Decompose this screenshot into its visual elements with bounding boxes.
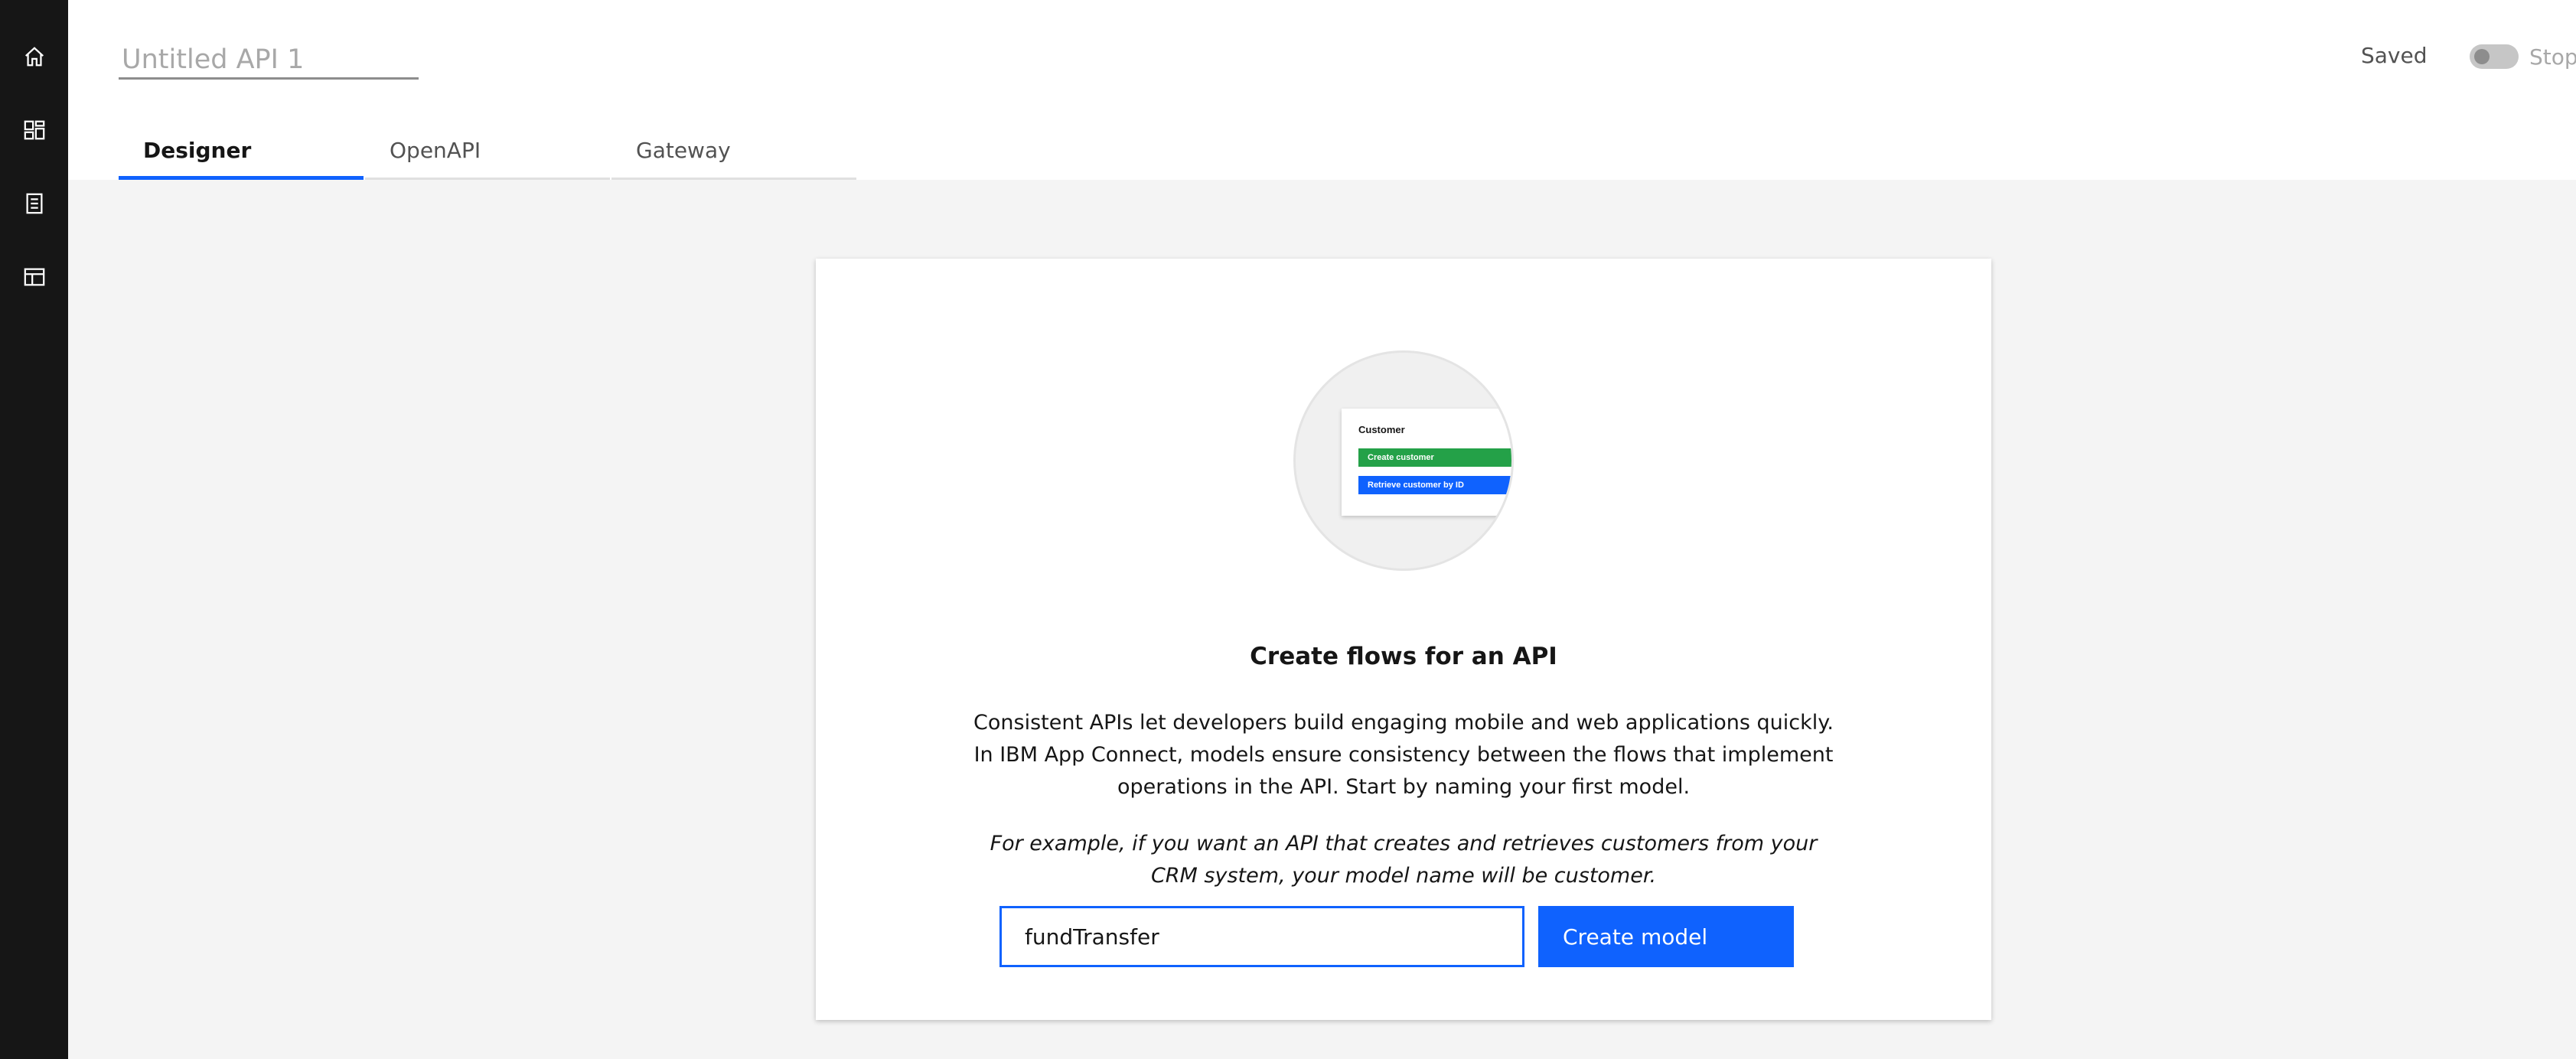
card-heading: Create flows for an API bbox=[1250, 643, 1557, 670]
save-status: Saved bbox=[2361, 43, 2428, 68]
home-icon bbox=[23, 45, 46, 72]
side-navigation bbox=[0, 0, 68, 1059]
illustration-create-operation: Create customer bbox=[1358, 448, 1511, 467]
dashboard-icon bbox=[23, 119, 46, 145]
illustration-retrieve-operation: Retrieve customer by ID bbox=[1358, 476, 1511, 494]
card-description: Consistent APIs let developers build eng… bbox=[973, 711, 1834, 799]
tab-openapi[interactable]: OpenAPI bbox=[365, 129, 610, 180]
card-example-text: For example, if you want an API that cre… bbox=[990, 832, 1818, 888]
toggle-knob bbox=[2474, 49, 2490, 64]
start-stop-toggle[interactable] bbox=[2470, 44, 2519, 69]
toggle-label: Stop bbox=[2529, 44, 2576, 70]
templates-nav-button[interactable] bbox=[0, 248, 68, 309]
model-name-input[interactable] bbox=[999, 906, 1524, 967]
api-header: Saved Stop Designer OpenAPI Gateway bbox=[68, 0, 2576, 180]
create-model-button[interactable]: Create model bbox=[1538, 906, 1794, 967]
home-nav-button[interactable] bbox=[0, 28, 68, 89]
tab-gateway[interactable]: Gateway bbox=[611, 129, 856, 180]
create-model-card: Customer Create customer Retrieve custom… bbox=[816, 259, 1991, 1020]
dashboard-nav-button[interactable] bbox=[0, 101, 68, 162]
catalog-icon bbox=[23, 192, 46, 219]
illustration-card-title: Customer bbox=[1358, 424, 1405, 435]
catalog-nav-button[interactable] bbox=[0, 174, 68, 236]
tab-designer[interactable]: Designer bbox=[119, 129, 364, 180]
illustration-model-card: Customer Create customer Retrieve custom… bbox=[1342, 409, 1511, 516]
illustration: Customer Create customer Retrieve custom… bbox=[1293, 350, 1514, 571]
templates-icon bbox=[23, 266, 46, 292]
api-title-input[interactable] bbox=[119, 41, 419, 80]
